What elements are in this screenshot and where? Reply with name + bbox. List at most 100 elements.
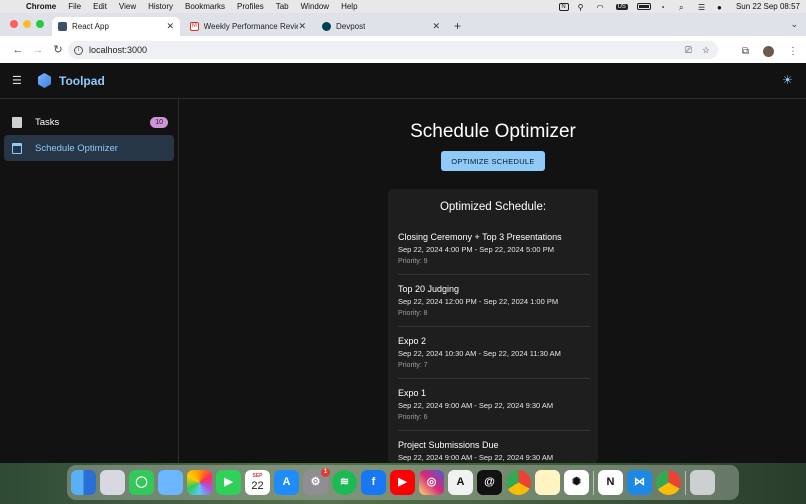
install-app-icon[interactable]: ⎚	[685, 45, 692, 56]
event-name: Closing Ceremony + Top 3 Presentations	[398, 232, 562, 242]
messages-icon[interactable]: ◯	[129, 470, 154, 495]
macos-menubar: Chrome File Edit View History Bookmarks …	[0, 0, 806, 13]
brand-title[interactable]: Toolpad	[59, 74, 105, 88]
menu-help[interactable]: Help	[341, 2, 357, 11]
theme-toggle-sun-icon[interactable]: ☀	[781, 74, 794, 87]
menu-bookmarks[interactable]: Bookmarks	[185, 2, 225, 11]
menu-history[interactable]: History	[148, 2, 173, 11]
zoom-window-button[interactable]	[36, 20, 44, 28]
settings-notification-badge: 1	[321, 468, 330, 477]
tab-strip: React App ✕ M Weekly Performance Review …	[0, 13, 806, 36]
event-priority: Priority: 9	[398, 258, 428, 265]
event-name: Expo 1	[398, 388, 427, 398]
event-priority: Priority: 8	[398, 310, 428, 317]
menu-profiles[interactable]: Profiles	[237, 2, 264, 11]
react-app-favicon-icon	[58, 22, 67, 31]
finder-icon[interactable]	[71, 470, 96, 495]
reload-icon[interactable]: ↻	[48, 43, 68, 56]
event-time: Sep 22, 2024 9:00 AM - Sep 22, 2024 9:30…	[398, 453, 554, 462]
facetime-icon[interactable]: ▶	[216, 470, 241, 495]
close-tab-icon[interactable]: ✕	[166, 21, 174, 32]
event-time: Sep 22, 2024 4:00 PM - Sep 22, 2024 5:00…	[398, 245, 554, 254]
notion-icon[interactable]: N	[598, 470, 623, 495]
main-content: Schedule Optimizer OPTIMIZE SCHEDULE Opt…	[180, 99, 806, 463]
antenna-icon[interactable]: ⚲	[578, 3, 588, 12]
site-info-icon[interactable]: i	[74, 45, 83, 55]
event-priority: Priority: 7	[398, 362, 428, 369]
app-header: ☰ Toolpad ☀	[0, 63, 806, 99]
list-item: Top 20 Judging Sep 22, 2024 12:00 PM - S…	[398, 275, 590, 327]
menu-tab[interactable]: Tab	[276, 2, 289, 11]
chrome-icon[interactable]	[506, 470, 531, 495]
headphones-icon[interactable]: ◠	[597, 3, 607, 12]
vscode-icon[interactable]: ⋈	[627, 470, 652, 495]
launchpad-icon[interactable]	[100, 470, 125, 495]
page-title: Schedule Optimizer	[410, 121, 576, 142]
menu-file[interactable]: File	[68, 2, 81, 11]
extensions-icon[interactable]: ⧉	[742, 46, 749, 57]
forward-arrow-icon[interactable]: →	[28, 44, 48, 56]
menu-edit[interactable]: Edit	[93, 2, 107, 11]
siri-icon[interactable]: ●	[717, 3, 727, 12]
menu-app-name[interactable]: Chrome	[26, 2, 56, 11]
trash-icon[interactable]	[690, 470, 715, 495]
maps-icon[interactable]	[158, 470, 183, 495]
menu-window[interactable]: Window	[301, 2, 329, 11]
youtube-icon[interactable]: ▶	[390, 470, 415, 495]
calendar-app-icon[interactable]: SEP 22	[245, 470, 270, 495]
panel-title: Optimized Schedule:	[439, 201, 547, 213]
sidebar-item-tasks[interactable]: Tasks 10	[4, 109, 174, 135]
tab-weekly-performance-review[interactable]: M Weekly Performance Review ✕	[184, 17, 312, 36]
minimize-window-button[interactable]	[23, 20, 31, 28]
back-arrow-icon[interactable]: ←	[8, 44, 28, 56]
search-icon[interactable]: ⌕	[679, 3, 689, 12]
optimized-schedule-panel: Optimized Schedule: Closing Ceremony + T…	[388, 189, 598, 463]
window-controls	[10, 20, 44, 28]
close-tab-icon[interactable]: ✕	[432, 21, 440, 32]
chrome-menu-icon[interactable]: ⋮	[788, 46, 798, 57]
toolbar-right: ⧉ ⋮	[742, 46, 798, 57]
new-tab-icon[interactable]: +	[454, 19, 461, 33]
notion-status-icon[interactable]: N	[558, 2, 569, 11]
anthropic-icon[interactable]: A	[448, 470, 473, 495]
collapse-menu-icon[interactable]: ☰	[12, 74, 26, 87]
list-item: Expo 2 Sep 22, 2024 10:30 AM - Sep 22, 2…	[398, 327, 590, 379]
facebook-icon[interactable]: f	[361, 470, 386, 495]
instagram-icon[interactable]: ◎	[419, 470, 444, 495]
bookmark-star-icon[interactable]: ☆	[702, 45, 710, 56]
gmail-favicon-icon: M	[190, 22, 199, 31]
profile-avatar[interactable]	[763, 46, 774, 57]
tasks-count-badge: 10	[150, 116, 168, 128]
calendar-month: SEP	[252, 473, 263, 479]
tab-react-app[interactable]: React App ✕	[52, 17, 180, 36]
threads-icon[interactable]: @	[477, 470, 502, 495]
address-bar[interactable]: i localhost:3000 ⎚ ☆	[68, 41, 718, 59]
event-time: Sep 22, 2024 12:00 PM - Sep 22, 2024 1:0…	[398, 297, 559, 306]
sidebar-item-schedule-optimizer[interactable]: Schedule Optimizer	[4, 135, 174, 161]
battery-icon[interactable]	[636, 3, 651, 10]
dock-separator	[685, 470, 686, 495]
input-source-indicator[interactable]: US	[615, 3, 628, 10]
system-settings-icon[interactable]: ⚙ 1	[303, 468, 330, 495]
chatgpt-icon[interactable]: ✺	[564, 470, 589, 495]
close-tab-icon[interactable]: ✕	[298, 21, 306, 32]
omnibox-actions: ⎚ ☆	[685, 45, 718, 56]
wifi-icon[interactable]: ◔	[660, 3, 670, 12]
notes-icon[interactable]	[535, 470, 560, 495]
menubar-clock[interactable]: Sun 22 Sep 08:57	[736, 2, 800, 11]
photos-icon[interactable]	[187, 470, 212, 495]
optimize-schedule-button[interactable]: OPTIMIZE SCHEDULE	[441, 151, 545, 171]
list-item: Project Submissions Due Sep 22, 2024 9:0…	[398, 431, 590, 463]
tab-search-chevron-icon[interactable]: ⌄	[790, 19, 798, 30]
control-center-icon[interactable]: ☰	[698, 3, 708, 12]
chrome-profile-icon[interactable]	[656, 470, 681, 495]
spotify-icon[interactable]: ≋	[332, 470, 357, 495]
close-window-button[interactable]	[10, 20, 18, 28]
tab-devpost[interactable]: Devpost ✕	[316, 17, 446, 36]
list-item: Closing Ceremony + Top 3 Presentations S…	[398, 223, 590, 275]
menu-view[interactable]: View	[119, 2, 136, 11]
menubar-status-area: N ⚲ ◠ US ◔ ⌕ ☰ ● Sun 22 Sep 08:57	[558, 2, 800, 12]
sidebar-item-label: Tasks	[35, 116, 60, 128]
app-store-icon[interactable]: A	[274, 470, 299, 495]
url-text[interactable]: localhost:3000	[89, 45, 147, 55]
